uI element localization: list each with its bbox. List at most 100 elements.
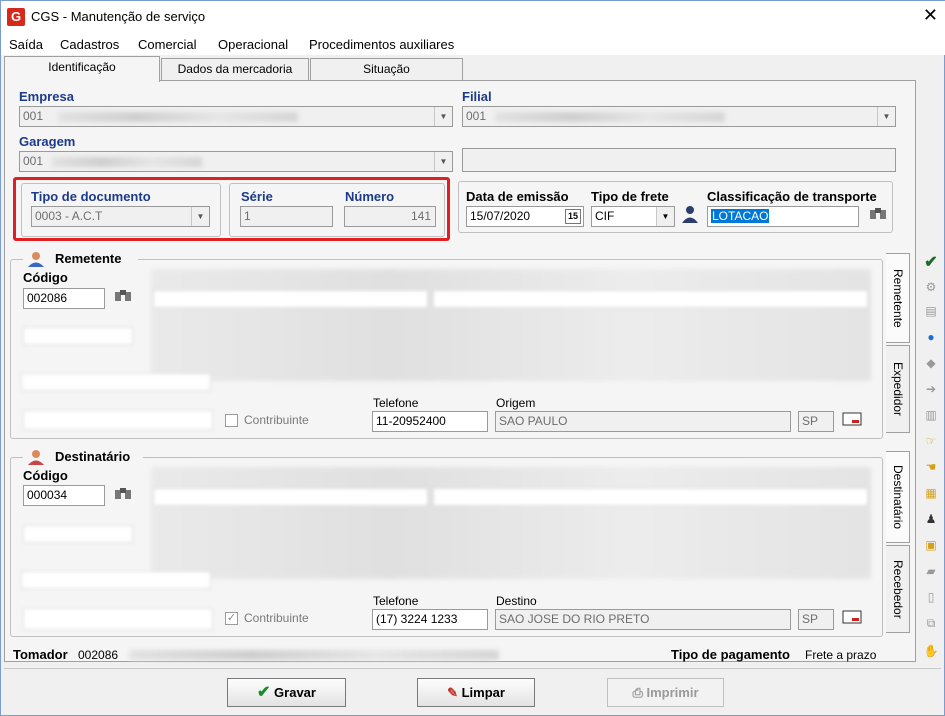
limpar-label: Limpar [461,685,505,700]
menu-bar: Saída Cadastros Comercial Operacional Pr… [1,33,945,55]
classificacao-field[interactable]: LOTACAO [707,206,859,227]
empresa-select[interactable]: 001 ▼ [19,106,453,127]
remetente-redacted-area [151,269,871,381]
garagem-name-redacted [52,157,202,167]
data-emissao-value: 15/07/2020 [470,209,531,223]
tab-identificacao[interactable]: Identificação [4,56,160,82]
filial-name-redacted [495,112,725,122]
destinatario-destino-label: Destino [496,594,537,608]
imprimir-button[interactable]: ⎙ Imprimir [607,678,724,707]
app-window: G CGS - Manutenção de serviço ✕ Saída Ca… [0,0,945,716]
destinatario-destino-field[interactable]: SAO JOSE DO RIO PRETO [495,609,791,630]
data-emissao-field[interactable]: 15/07/2020 15 [466,206,584,227]
menu-saida[interactable]: Saída [9,37,43,52]
pointer-icon[interactable]: ☚ [920,457,942,477]
tab-recebedor[interactable]: Recebedor [886,545,910,633]
destinatario-redacted-field [21,571,211,589]
menu-comercial[interactable]: Comercial [138,37,197,52]
destinatario-codigo-field[interactable]: 000034 [23,485,105,506]
copy-icon[interactable]: ⧉ [920,613,942,633]
envelope-icon[interactable] [840,411,864,435]
person-icon [28,450,44,465]
tab-dados-mercadoria[interactable]: Dados da mercadoria [161,58,309,80]
remetente-contribuinte-label: Contribuinte [244,413,309,427]
empresa-label: Empresa [19,89,74,104]
close-icon[interactable]: ✕ [923,5,938,26]
chevron-down-icon[interactable]: ▼ [434,107,452,126]
binoculars-icon[interactable] [111,485,135,509]
eraser-icon[interactable]: ▰ [920,561,942,581]
destinatario-redacted-field [23,525,133,543]
tab-expedidor[interactable]: Expedidor [886,345,910,433]
user-icon[interactable]: ♟ [920,509,942,529]
limpar-button[interactable]: ✎ Limpar [417,678,535,707]
binoculars-icon[interactable] [866,205,890,229]
destinatario-telefone-field[interactable]: (17) 3224 1233 [372,609,488,630]
calculator-icon[interactable]: ▦ [920,483,942,503]
destinatario-codigo-label: Código [23,468,68,483]
notes-icon[interactable]: ▣ [920,535,942,555]
tab-remetente[interactable]: Remetente [886,253,910,343]
tool-icon[interactable]: ⚙ [920,277,942,297]
tipo-frete-select[interactable]: CIF ▼ [591,206,675,227]
garagem-extra-field [462,148,896,172]
garagem-value: 001 [23,154,44,168]
classificacao-label: Classificação de transporte [707,189,877,204]
hand-icon[interactable]: ☞ [920,431,942,451]
destinatario-redacted-field [153,488,428,506]
chevron-down-icon[interactable]: ▼ [656,207,674,226]
binoculars-icon[interactable] [111,287,135,311]
handshake-icon[interactable]: ✋ [920,641,942,661]
remetente-uf-field[interactable]: SP [798,411,834,432]
calendar-icon[interactable]: 15 [565,209,581,224]
envelope-icon[interactable] [840,609,864,633]
printer-icon: ⎙ [632,685,643,700]
arrow-icon[interactable]: ➔ [920,379,942,399]
tab-situacao[interactable]: Situação [310,58,463,80]
filial-label: Filial [462,89,492,104]
tipo-frete-value: CIF [595,209,615,223]
garagem-select[interactable]: 001 ▼ [19,151,453,172]
gravar-button[interactable]: ✔ Gravar [227,678,346,707]
tab-destinatario[interactable]: Destinatário [886,451,910,543]
destinatario-header: Destinatário [23,449,143,465]
remetente-contribuinte-checkbox[interactable] [225,414,238,427]
remetente-origem-label: Origem [496,396,536,410]
destinatario-contribuinte-label: Contribuinte [244,611,309,625]
tipo-pagamento-label: Tipo de pagamento [671,647,790,662]
chevron-down-icon[interactable]: ▼ [434,152,452,171]
check-icon: ✔ [257,684,271,701]
remetente-redacted-field [23,327,133,345]
document-icon[interactable]: ▥ [920,405,942,425]
garagem-label: Garagem [19,134,76,149]
remetente-title: Remetente [55,251,122,266]
globe-icon[interactable]: ● [920,327,942,347]
filial-select[interactable]: 001 ▼ [462,106,896,127]
check-icon[interactable]: ✔ [920,253,942,273]
classificacao-value: LOTACAO [711,209,770,223]
empresa-value: 001 [23,109,44,123]
person-icon[interactable] [678,204,702,228]
destinatario-redacted-field [23,608,213,630]
remetente-redacted-field [21,373,211,391]
book-icon[interactable]: ▯ [920,587,942,607]
menu-procedimentos[interactable]: Procedimentos auxiliares [309,37,454,52]
chevron-down-icon[interactable]: ▼ [877,107,895,126]
remetente-codigo-field[interactable]: 002086 [23,288,105,309]
print-icon[interactable]: ▤ [920,301,942,321]
empresa-name-redacted [58,112,298,122]
shape-icon[interactable]: ◆ [920,353,942,373]
data-emissao-label: Data de emissão [466,189,569,204]
remetente-header: Remetente [23,251,138,267]
menu-operacional[interactable]: Operacional [218,37,288,52]
remetente-telefone-field[interactable]: 11-20952400 [372,411,488,432]
remetente-telefone-label: Telefone [373,396,419,410]
remetente-redacted-field [433,290,868,308]
menu-cadastros[interactable]: Cadastros [60,37,119,52]
person-icon [28,252,44,267]
remetente-origem-field[interactable]: SAO PAULO [495,411,791,432]
remetente-codigo-label: Código [23,270,68,285]
destinatario-contribuinte-checkbox[interactable]: ✓ [225,612,238,625]
destinatario-uf-field[interactable]: SP [798,609,834,630]
app-logo-icon: G [7,8,25,26]
